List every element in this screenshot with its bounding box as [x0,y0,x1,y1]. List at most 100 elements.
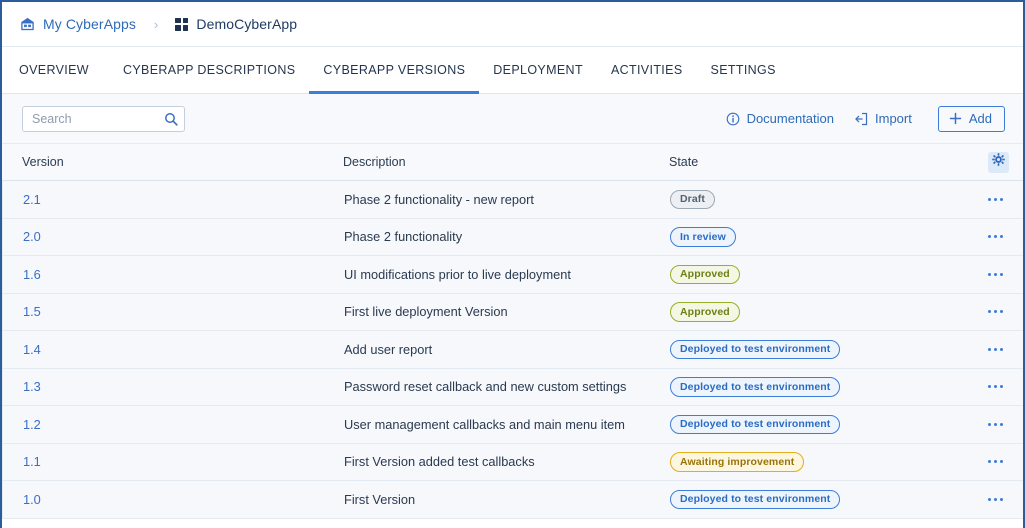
table-row[interactable]: 1.1 First Version added test callbacks A… [2,443,1023,481]
status-badge: Deployed to test environment [670,339,841,360]
ellipsis-icon[interactable] [984,417,1007,432]
row-state: Awaiting improvement [670,452,982,472]
ellipsis-icon[interactable] [984,192,1007,207]
tab-activities[interactable]: ACTIVITIES [597,47,697,93]
status-badge: Approved [670,264,740,285]
row-state: Deployed to test environment [670,339,982,360]
add-label: Add [968,111,992,126]
breadcrumb-item-democyberapp[interactable]: DemoCyberApp [175,16,297,32]
tab-cyberapp-versions-label: CYBERAPP VERSIONS [323,63,466,77]
row-actions [982,417,1023,432]
app-window: My CyberApps › DemoCyberApp OVERVIEW CYB… [0,0,1025,528]
search-icon[interactable] [164,112,178,126]
row-actions [982,192,1023,207]
row-state: Approved [670,302,982,322]
ellipsis-icon[interactable] [984,379,1007,394]
breadcrumb-separator: › [154,16,159,32]
ellipsis-icon[interactable] [984,304,1007,319]
tab-activities-label: ACTIVITIES [610,63,683,77]
plus-icon [949,112,962,125]
table-row[interactable]: 1.0 First Version Deployed to test envir… [2,481,1023,519]
row-actions [982,304,1023,319]
table-row[interactable]: 1.2 User management callbacks and main m… [2,406,1023,444]
row-description: First live deployment Version [344,304,508,320]
info-icon [726,112,740,126]
row-description: Password reset callback and new custom s… [344,379,627,395]
tab-settings-label: SETTINGS [710,63,776,77]
column-header-version: Version [22,155,64,169]
tab-overview-label: OVERVIEW [19,63,89,77]
table-row[interactable]: 1.4 Add user report Deployed to test env… [2,331,1023,369]
row-actions [982,229,1023,244]
row-version-link[interactable]: 2.0 [3,229,344,244]
documentation-button[interactable]: Documentation [716,107,844,130]
row-description: Phase 2 functionality [344,229,463,245]
row-version-link[interactable]: 1.5 [3,304,344,319]
grid-icon [175,17,189,31]
status-badge: Draft [670,189,716,210]
ellipsis-icon[interactable] [984,267,1007,282]
tab-cyberapp-descriptions-label: CYBERAPP DESCRIPTIONS [122,63,296,77]
row-version-link[interactable]: 1.4 [3,342,344,357]
row-actions [982,267,1023,282]
column-header-description: Description [343,155,406,169]
row-version-link[interactable]: 1.3 [3,379,344,394]
row-state: Deployed to test environment [670,377,982,397]
table-row[interactable]: 1.5 First live deployment Version Approv… [2,293,1023,331]
tab-overview[interactable]: OVERVIEW [19,47,103,93]
gear-icon [992,153,1005,171]
row-version-link[interactable]: 1.6 [3,267,344,282]
row-version-link[interactable]: 1.1 [3,454,344,469]
table-row[interactable]: 1.6 UI modifications prior to live deplo… [2,256,1023,294]
status-badge: Awaiting improvement [670,452,805,472]
breadcrumb-label-democyberapp: DemoCyberApp [196,16,298,32]
ellipsis-icon[interactable] [984,229,1007,244]
search-input[interactable] [22,105,185,132]
column-header-state: State [669,155,699,169]
column-header-actions [981,151,1023,173]
search-box [22,105,185,132]
tab-cyberapp-versions[interactable]: CYBERAPP VERSIONS [309,47,480,94]
row-state: Approved [670,264,982,285]
documentation-label: Documentation [746,111,835,126]
table-row[interactable]: 2.1 Phase 2 functionality - new report D… [2,181,1023,219]
row-description: UI modifications prior to live deploymen… [344,266,571,282]
versions-table: Version Description State 2.1 Phase 2 fu… [2,143,1023,519]
status-badge: Deployed to test environment [670,377,841,397]
row-actions [982,492,1023,507]
table-row[interactable]: 1.3 Password reset callback and new cust… [2,368,1023,406]
row-description: First Version added test callbacks [344,454,535,470]
ellipsis-icon[interactable] [984,454,1007,469]
row-actions [982,342,1023,357]
row-version-link[interactable]: 1.2 [3,417,344,432]
row-state: Draft [670,189,982,210]
table-header: Version Description State [2,143,1023,181]
status-badge: Approved [670,302,740,322]
toolbar-actions: Documentation Import Add [716,105,1005,132]
breadcrumb-label-my-cyberapps: My CyberApps [43,16,137,32]
tab-bar: OVERVIEW CYBERAPP DESCRIPTIONS CYBERAPP … [2,47,1023,94]
import-button[interactable]: Import [844,107,922,130]
row-description: First Version [344,491,416,507]
tab-deployment-label: DEPLOYMENT [493,63,583,77]
tab-settings[interactable]: SETTINGS [697,47,790,93]
import-icon [854,112,868,126]
row-version-link[interactable]: 1.0 [3,492,344,507]
toolbar: Documentation Import [2,94,1023,143]
row-version-link[interactable]: 2.1 [3,192,344,207]
breadcrumb: My CyberApps › DemoCyberApp [2,2,1023,47]
breadcrumb-item-my-cyberapps[interactable]: My CyberApps [20,16,136,32]
ellipsis-icon[interactable] [984,492,1007,507]
row-state: In review [670,227,982,247]
row-state: Deployed to test environment [670,414,982,435]
table-row[interactable]: 2.0 Phase 2 functionality In review [2,218,1023,256]
status-badge: In review [670,227,736,247]
row-description: Phase 2 functionality - new report [344,191,534,207]
row-description: User management callbacks and main menu … [344,416,625,432]
table-settings-button[interactable] [988,151,1009,173]
tab-cyberapp-descriptions[interactable]: CYBERAPP DESCRIPTIONS [109,47,309,93]
ellipsis-icon[interactable] [984,342,1007,357]
row-state: Deployed to test environment [670,489,982,510]
add-button[interactable]: Add [937,105,1005,132]
tab-deployment[interactable]: DEPLOYMENT [479,47,597,93]
